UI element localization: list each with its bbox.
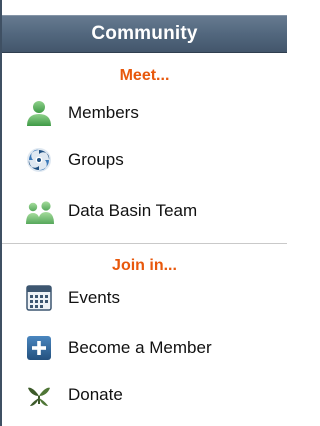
plus-icon (26, 335, 52, 361)
nav-item-label: Become a Member (68, 338, 212, 357)
nav-item-label: Members (68, 103, 139, 122)
nav-item-groups[interactable]: Groups (26, 145, 124, 175)
groups-swirl-icon (26, 147, 52, 173)
panel-title: Community (91, 23, 198, 44)
nav-item-label: Donate (68, 385, 123, 404)
nav-item-label: Groups (68, 150, 124, 169)
nav-item-donate[interactable]: Donate (26, 380, 123, 410)
section-title-meet: Meet... (119, 67, 170, 84)
calendar-icon (26, 285, 52, 311)
person-icon (26, 100, 52, 126)
section-title-join-in: Join in... (112, 257, 177, 274)
community-panel: Community Meet... Members Groups Data Ba… (0, 0, 287, 426)
section-divider (2, 243, 287, 244)
nav-item-events[interactable]: Events (26, 283, 120, 313)
panel-header: Community (2, 15, 287, 53)
nav-item-data-basin-team[interactable]: Data Basin Team (26, 196, 197, 226)
team-icon (26, 198, 54, 224)
nav-item-label: Events (68, 288, 120, 307)
nav-item-label: Data Basin Team (68, 201, 198, 220)
nav-item-members[interactable]: Members (26, 98, 139, 128)
nav-item-become-a-member[interactable]: Become a Member (26, 333, 212, 363)
donate-plant-icon (26, 382, 52, 408)
